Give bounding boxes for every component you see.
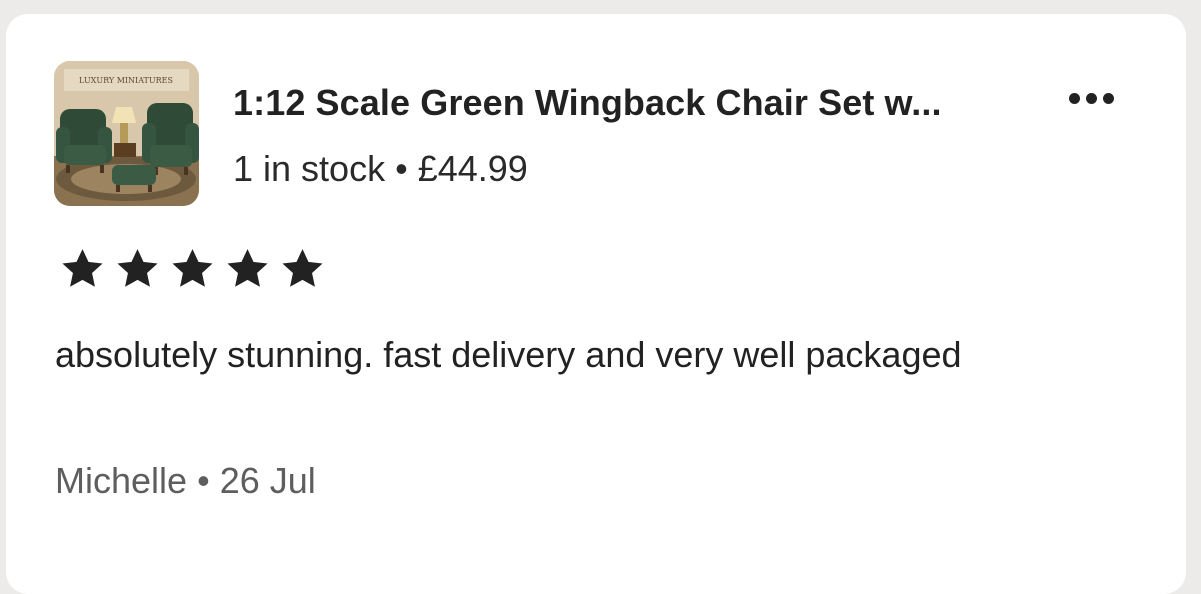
star-icon [276, 248, 329, 290]
star-icon [56, 248, 109, 290]
listing-meta: 1 in stock • £44.99 [233, 148, 528, 190]
star-icon [166, 248, 219, 290]
product-thumbnail[interactable]: LUXURY MINIATURES [54, 61, 199, 206]
review-card: LUXURY MINIATURES 1:12 Scale Green Wingb… [6, 14, 1186, 594]
more-options-icon [1085, 92, 1097, 104]
product-photo: LUXURY MINIATURES [54, 61, 199, 206]
listing-price: £44.99 [417, 148, 528, 189]
meta-separator: • [395, 148, 408, 189]
thumbnail-caption: LUXURY MINIATURES [79, 76, 173, 85]
review-author: Michelle [55, 460, 188, 501]
listing-title[interactable]: 1:12 Scale Green Wingback Chair Set w... [233, 82, 942, 124]
more-options-icon [1068, 92, 1080, 104]
review-byline: Michelle • 26 Jul [55, 460, 316, 502]
review-date: 26 Jul [219, 460, 316, 501]
star-rating [56, 248, 329, 290]
more-options-button[interactable] [1056, 82, 1126, 114]
byline-separator: • [197, 460, 210, 501]
star-icon [111, 248, 164, 290]
stock-status: 1 in stock [233, 148, 386, 189]
star-icon [221, 248, 274, 290]
review-text: absolutely stunning. fast delivery and v… [55, 334, 962, 375]
more-options-icon [1102, 92, 1114, 104]
right-chair-icon [142, 103, 199, 175]
